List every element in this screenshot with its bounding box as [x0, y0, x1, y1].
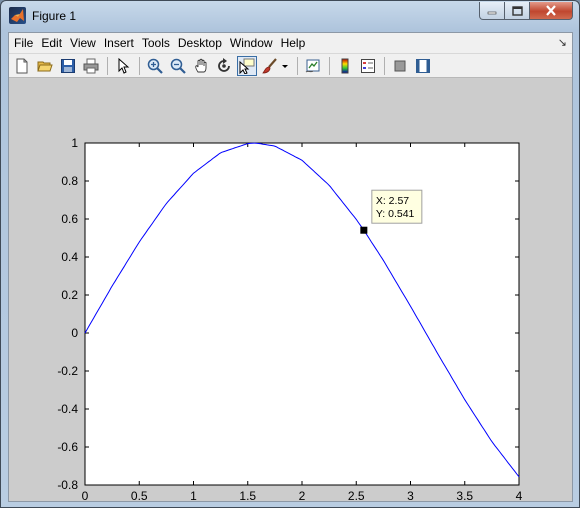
x-tick-label: 3 [407, 489, 414, 501]
title-bar[interactable]: Figure 1 [1, 1, 579, 33]
menu-insert[interactable]: Insert [100, 33, 138, 53]
y-tick-label: 0.8 [61, 174, 78, 188]
save-icon[interactable] [58, 56, 78, 76]
toolbar-separator [139, 56, 140, 75]
x-tick-label: 2.5 [348, 489, 365, 501]
x-tick-label: 0 [82, 489, 89, 501]
close-button[interactable] [530, 2, 573, 20]
y-tick-label: 0.6 [61, 212, 78, 226]
matlab-logo-icon [9, 7, 26, 24]
open-file-icon[interactable] [35, 56, 55, 76]
y-tick-label: 0 [71, 326, 78, 340]
brush-icon[interactable] [260, 56, 280, 76]
datatip-marker[interactable] [360, 226, 368, 234]
toolbar-separator [384, 56, 385, 75]
menu-window[interactable]: Window [226, 33, 277, 53]
y-tick-label: 1 [71, 136, 78, 150]
x-tick-label: 4 [516, 489, 523, 501]
menu-help[interactable]: Help [277, 33, 310, 53]
menu-desktop[interactable]: Desktop [174, 33, 226, 53]
y-tick-label: 0.4 [61, 250, 78, 264]
axes-box[interactable] [84, 142, 520, 486]
hide-plot-tools-icon[interactable] [390, 56, 410, 76]
maximize-button[interactable] [505, 2, 530, 20]
data-cursor-icon[interactable] [237, 55, 257, 76]
window-title: Figure 1 [32, 9, 77, 23]
y-tick-label: -0.2 [57, 364, 78, 378]
y-tick-label: -0.8 [57, 478, 78, 492]
menu-bar: File Edit View Insert Tools Desktop Wind… [9, 33, 572, 54]
zoom-in-icon[interactable] [145, 56, 165, 76]
figure-window: Figure 1 File Edit View Insert Tools Des… [0, 0, 580, 508]
menu-view[interactable]: View [66, 33, 100, 53]
toolbar-separator [297, 56, 298, 75]
menu-tools[interactable]: Tools [138, 33, 174, 53]
y-tick-label: 0.2 [61, 288, 78, 302]
figure-toolbar [9, 54, 572, 78]
figure-client: File Edit View Insert Tools Desktop Wind… [8, 32, 573, 503]
x-tick-label: 2 [299, 489, 306, 501]
x-tick-label: 1.5 [239, 489, 256, 501]
new-figure-icon[interactable] [12, 56, 32, 76]
datatip-x-label: X: 2.57 [376, 195, 409, 207]
show-plot-tools-icon[interactable] [413, 56, 433, 76]
dock-arrow-icon[interactable]: ↘ [558, 36, 567, 49]
plot-svg: 0 0.5 1 1.5 2 2.5 3 3.5 4 1 0.8 0.6 0.4 0.2 0 -0.2 -0.4 -… [57, 136, 523, 503]
print-icon[interactable] [81, 56, 101, 76]
y-tick-label: -0.6 [57, 440, 78, 454]
datatip-y-label: Y: 0.541 [376, 208, 415, 220]
pan-icon[interactable] [191, 56, 211, 76]
figure-canvas[interactable]: 0 0.5 1 1.5 2 2.5 3 3.5 4 1 0.8 0.6 0.4 0.2 0 -0.2 -0.4 -… [9, 79, 572, 503]
x-tick-label: 1 [190, 489, 197, 501]
menu-edit[interactable]: Edit [37, 33, 66, 53]
edit-plot-icon[interactable] [113, 56, 133, 76]
minimize-button[interactable] [479, 2, 505, 20]
x-tick-label: 3.5 [456, 489, 473, 501]
link-plot-icon[interactable] [303, 56, 323, 76]
toolbar-separator [329, 56, 330, 75]
zoom-out-icon[interactable] [168, 56, 188, 76]
menu-file[interactable]: File [9, 33, 37, 53]
toolbar-separator [107, 56, 108, 75]
rotate-3d-icon[interactable] [214, 56, 234, 76]
x-tick-label: 0.5 [131, 489, 148, 501]
legend-icon[interactable] [358, 56, 378, 76]
brush-dropdown-icon[interactable] [280, 56, 290, 76]
y-tick-label: -0.4 [57, 402, 78, 416]
colorbar-icon[interactable] [335, 56, 355, 76]
